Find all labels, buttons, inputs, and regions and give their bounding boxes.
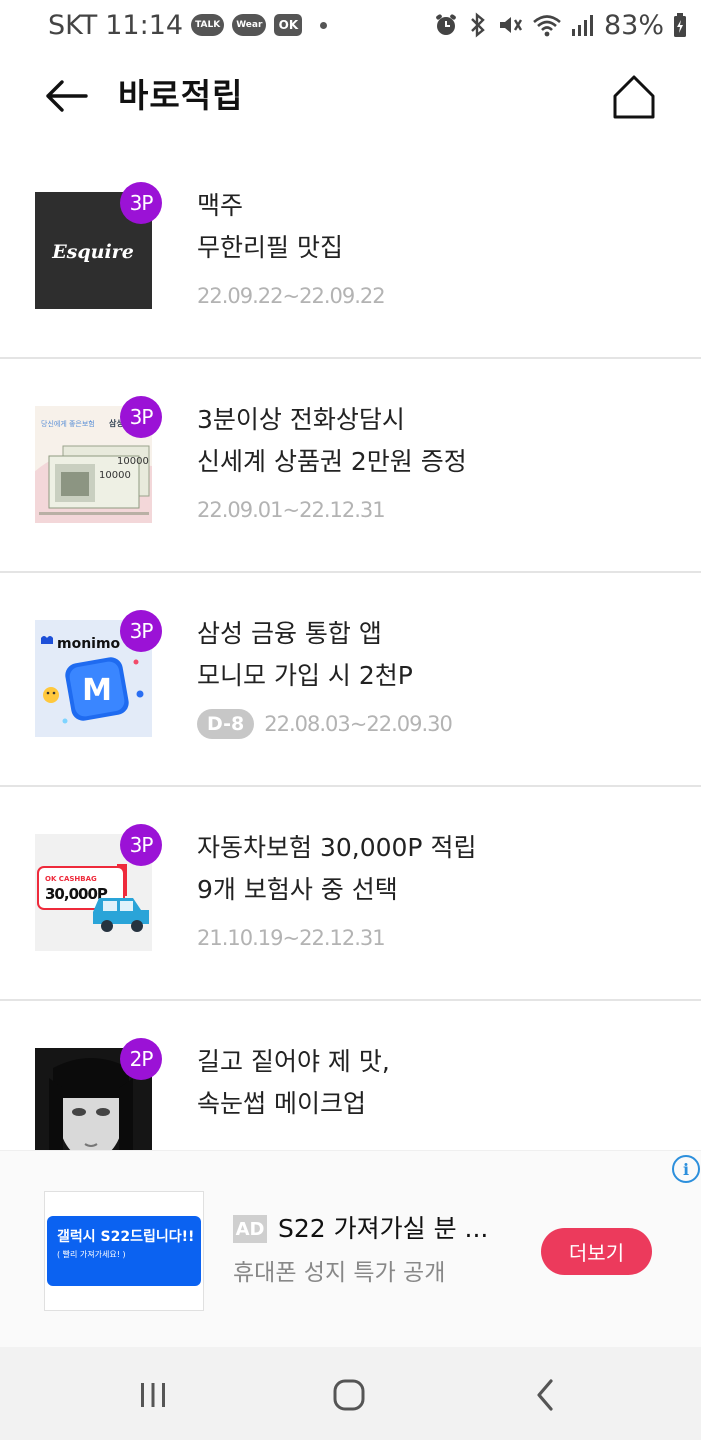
battery-charging-icon	[674, 13, 686, 37]
item-period: 22.08.03~22.09.30	[264, 712, 453, 736]
point-badge: 3P	[120, 182, 162, 224]
nav-home-button[interactable]	[327, 1373, 371, 1417]
item-title-line2: 무한리필 맛집	[197, 233, 343, 262]
item-meta: 22.09.22~22.09.22	[197, 281, 677, 311]
ad-image-title: 갤럭시 S22드립니다!!	[57, 1229, 195, 1245]
point-badge: 3P	[120, 396, 162, 438]
mute-icon	[499, 17, 523, 33]
info-icon[interactable]: i	[672, 1155, 700, 1183]
item-period: 21.10.19~22.12.31	[197, 926, 386, 950]
nav-back-icon	[537, 1379, 553, 1411]
list-item[interactable]: Esquire 3P 맥주 무한리필 맛집 22.09.22~22.09.22	[0, 145, 701, 359]
thumb-note2: 10000	[99, 470, 131, 481]
item-title-line2: 9개 보험사 중 선택	[197, 875, 398, 904]
clock: 11:14	[105, 9, 184, 41]
list-item[interactable]: monimo M 3P 삼성 금융 통합 앱 모니모 가입 시 2천P D-8 …	[0, 573, 701, 787]
point-badge: 2P	[120, 1038, 162, 1080]
nav-back-button[interactable]	[523, 1373, 567, 1417]
item-text: 길고 짙어야 제 맛, 속눈썹 메이크업	[197, 1041, 677, 1125]
item-text: 자동차보험 30,000P 적립 9개 보험사 중 선택 21.10.19~22…	[197, 827, 677, 953]
ad-subtitle: 휴대폰 성지 특가 공개	[233, 1260, 446, 1286]
item-title-line1: 길고 짙어야 제 맛,	[197, 1047, 390, 1076]
dday-badge: D-8	[197, 709, 255, 739]
status-bar: SKT 11:14 TALK Wear OK 83%	[0, 0, 701, 50]
ad-more-button[interactable]: 더보기	[541, 1228, 652, 1275]
thumb-brand-text: Esquire	[51, 241, 134, 263]
ad-title[interactable]: S22 가져가실 분 ...	[278, 1209, 488, 1249]
page-title: 바로적립	[118, 76, 244, 115]
talk-notification-icon: TALK	[191, 14, 225, 36]
back-button[interactable]	[40, 72, 92, 120]
point-badge: 3P	[120, 824, 162, 866]
list-item[interactable]: 2P 길고 짙어야 제 맛, 속눈썹 메이크업	[0, 1001, 701, 1150]
item-title-line2: 속눈썹 메이크업	[197, 1089, 366, 1118]
back-arrow-icon	[46, 80, 88, 112]
item-title-line1: 3분이상 전화상담시	[197, 405, 405, 434]
item-title-line2: 신세계 상품권 2만원 증정	[197, 447, 467, 476]
item-meta: 22.09.01~22.12.31	[197, 495, 677, 525]
item-title-line1: 자동차보험 30,000P 적립	[197, 833, 477, 862]
ad-banner[interactable]: i 갤럭시 S22드립니다!! ( 빨리 가져가세요! ) AD S22 가져가…	[0, 1150, 701, 1347]
signal-icon	[571, 15, 593, 36]
list-item[interactable]: OK CASHBAG 30,000P 3P 자동차보험 30,000P 적립 9…	[0, 787, 701, 1001]
app-bar: 바로적립	[0, 50, 701, 142]
item-title-line1: 맥주	[197, 191, 244, 220]
system-nav-bar	[0, 1347, 701, 1440]
list-item[interactable]: 당신에게 좋은보험 삼성 10000 10000 3P 3분이상 전화상담시 신…	[0, 359, 701, 573]
nav-home-icon	[333, 1379, 365, 1411]
home-icon	[613, 75, 655, 119]
ad-image[interactable]: 갤럭시 S22드립니다!! ( 빨리 가져가세요! )	[44, 1191, 204, 1311]
reward-list: Esquire 3P 맥주 무한리필 맛집 22.09.22~22.09.22 …	[0, 145, 701, 1150]
item-period: 22.09.01~22.12.31	[197, 498, 386, 522]
status-right: 83%	[433, 10, 687, 41]
item-text: 맥주 무한리필 맛집 22.09.22~22.09.22	[197, 185, 677, 311]
home-button[interactable]	[606, 70, 662, 124]
item-text: 3분이상 전화상담시 신세계 상품권 2만원 증정 22.09.01~22.12…	[197, 399, 677, 525]
item-meta: 21.10.19~22.12.31	[197, 923, 677, 953]
item-text: 삼성 금융 통합 앱 모니모 가입 시 2천P D-8 22.08.03~22.…	[197, 613, 677, 739]
item-meta: D-8 22.08.03~22.09.30	[197, 709, 677, 739]
ad-tag: AD	[233, 1215, 267, 1243]
carrier: SKT	[48, 9, 98, 41]
item-title-line2: 모니모 가입 시 2천P	[197, 661, 413, 690]
thumb-brand-text: monimo	[57, 636, 121, 652]
status-left: SKT 11:14 TALK Wear OK	[48, 9, 328, 41]
wifi-icon	[533, 15, 561, 37]
thumb-tile-letter: M	[82, 673, 112, 708]
item-period: 22.09.22~22.09.22	[197, 284, 386, 308]
ad-image-subtitle: ( 빨리 가져가세요! )	[57, 1250, 126, 1259]
item-title-line1: 삼성 금융 통합 앱	[197, 619, 382, 648]
bluetooth-icon	[471, 12, 485, 38]
wear-notification-icon: Wear	[232, 14, 267, 36]
ok-notification-icon: OK	[274, 14, 303, 36]
ad-image-banner: 갤럭시 S22드립니다!! ( 빨리 가져가세요! )	[47, 1216, 201, 1286]
alarm-icon	[436, 14, 456, 35]
recent-apps-button[interactable]	[131, 1373, 175, 1417]
thumb-note1: 10000	[117, 456, 149, 467]
more-notifications-icon	[320, 21, 328, 29]
recent-apps-icon	[141, 1383, 165, 1407]
thumb-card-brand: OK CASHBAG	[45, 875, 97, 883]
battery-percent: 83%	[603, 9, 664, 41]
thumb-header-text: 당신에게 좋은보험	[41, 419, 95, 428]
point-badge: 3P	[120, 610, 162, 652]
